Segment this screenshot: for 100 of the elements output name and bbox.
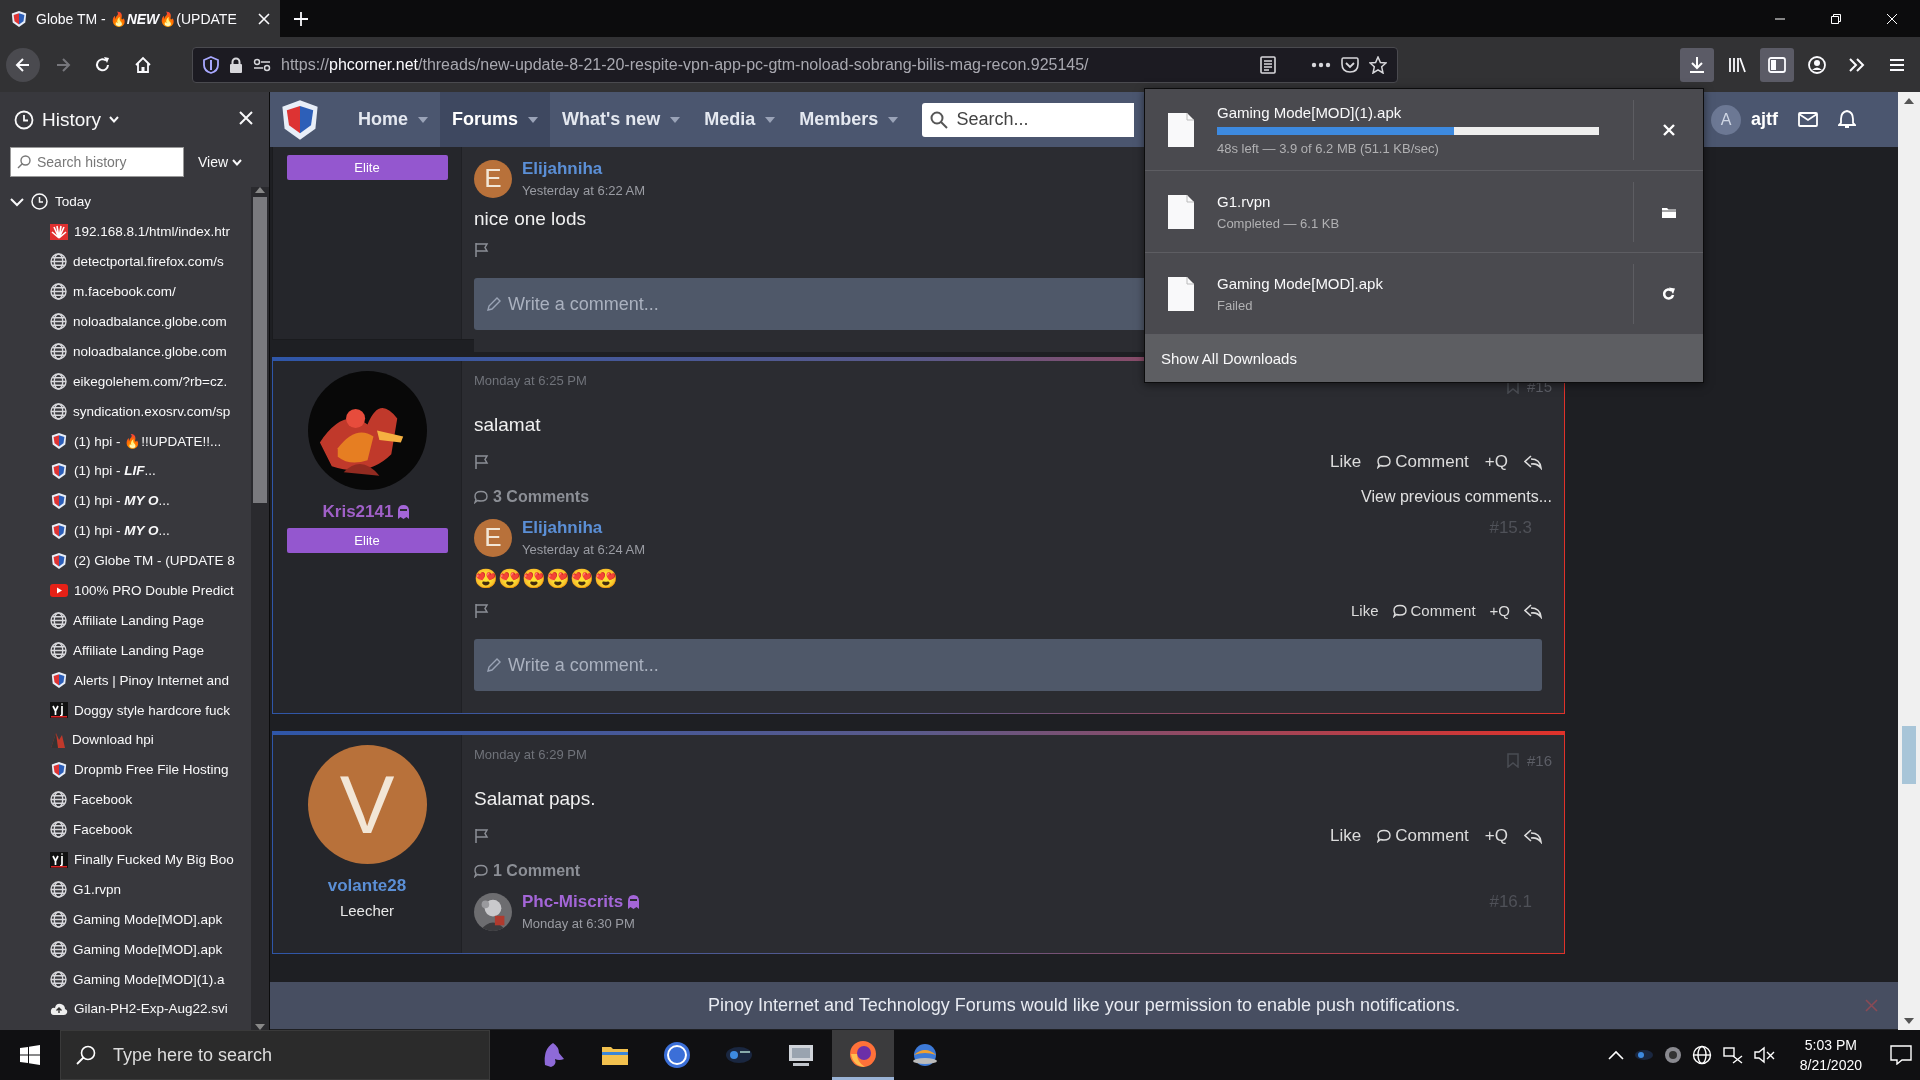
share-icon[interactable]	[1524, 602, 1542, 619]
history-item[interactable]: G1.rvpn	[0, 874, 251, 905]
quote-link[interactable]: +Q	[1484, 826, 1508, 846]
report-flag-icon[interactable]	[474, 242, 490, 258]
file-name: G1.rvpn	[1217, 192, 1272, 210]
bell-icon[interactable]	[1838, 110, 1856, 129]
close-tab-button[interactable]	[258, 12, 270, 25]
comment-count[interactable]: 1 Comment	[474, 862, 581, 880]
comment-date: Monday at 6:30 PM	[522, 916, 635, 931]
username-link[interactable]: Elijahniha	[522, 518, 603, 538]
history-item[interactable]: eikegolehem.com/?rb=cz.	[0, 366, 251, 397]
address-bar[interactable]: https://phcorner.net/threads/new-update-8-21-20-respite-vpn-app-pc-gtm-noload-sobrang-bilis-mag-recon.925145/	[192, 46, 1398, 83]
start-button[interactable]	[20, 1045, 40, 1065]
comment-link[interactable]: Comment	[1377, 452, 1469, 472]
comment-link[interactable]: Comment	[1392, 602, 1476, 619]
nav-tab[interactable]: Forums	[440, 92, 551, 147]
report-flag-icon[interactable]	[474, 828, 490, 844]
download-item[interactable]: Gaming Mode[MOD](1).apk 48s left — 3.9 of 6.2 MB (51.1 KB/sec)	[1145, 89, 1703, 171]
username-link[interactable]: Kris2141	[322, 502, 412, 522]
nav-tab[interactable]: Members	[787, 92, 911, 147]
search-field[interactable]: Search...	[922, 102, 1135, 137]
volume-muted-icon[interactable]	[1753, 1046, 1776, 1064]
chevron-up-icon[interactable]	[1607, 1050, 1624, 1060]
app-tray-icon[interactable]	[1663, 1046, 1682, 1064]
comment-link[interactable]: Comment	[1377, 826, 1469, 846]
username-link[interactable]: volante28	[327, 876, 407, 896]
browser-tab[interactable]: Globe TM - 🔥NEW🔥(UPDATE	[0, 0, 280, 37]
view-menu-button[interactable]: View	[198, 154, 243, 170]
sidebar-title-button[interactable]: History	[42, 108, 120, 131]
new-tab-button[interactable]	[293, 10, 309, 27]
history-item[interactable]: (1) hpi - 🔥!!UPDATE!!...	[0, 426, 251, 456]
history-item[interactable]: (1) hpi - LIF...	[0, 456, 251, 486]
comment-count[interactable]: 3 Comments	[474, 488, 590, 506]
nav-tab[interactable]: What's new	[550, 92, 693, 147]
download-item[interactable]: G1.rvpn Completed — 6.1 KB	[1145, 171, 1703, 253]
caret-icon	[109, 116, 120, 123]
history-item[interactable]: Affiliate Landing Page	[0, 605, 251, 636]
restore-button[interactable]	[1830, 12, 1842, 25]
history-item[interactable]: (2) Globe TM - (UPDATE 8	[0, 545, 251, 576]
clock[interactable]: 5:03 PM 8/21/2020	[1799, 1037, 1862, 1073]
account-name[interactable]: ajtf	[1751, 109, 1778, 130]
history-item[interactable]: (1) hpi - MY O...	[0, 485, 251, 516]
globe-tray-icon[interactable]	[1691, 1045, 1712, 1065]
back-button[interactable]	[6, 47, 40, 82]
history-item[interactable]: Dropmb Free File Hosting	[0, 754, 251, 785]
mail-icon[interactable]	[1798, 112, 1818, 127]
globe-icon	[50, 791, 67, 809]
history-item[interactable]: noloadbalance.globe.com	[0, 306, 251, 337]
history-group[interactable]: Today	[0, 187, 251, 217]
speech-bubble-icon	[1377, 455, 1392, 469]
history-item[interactable]: Gaming Mode[MOD].apk	[0, 904, 251, 935]
network-tray-icon[interactable]	[1721, 1046, 1744, 1064]
search-field[interactable]: Search history	[10, 147, 184, 177]
view-previous-link[interactable]: View previous comments...	[1361, 488, 1552, 506]
notification-icon[interactable]	[1890, 1045, 1912, 1065]
history-item[interactable]: noloadbalance.globe.com	[0, 336, 251, 367]
history-item[interactable]: Gaming Mode[MOD](1).a	[0, 964, 251, 995]
history-item[interactable]: Facebook	[0, 784, 251, 815]
search-field[interactable]: Type here to search	[60, 1030, 490, 1080]
history-item[interactable]: 100% PRO Double Predict	[0, 575, 251, 606]
history-item[interactable]: Download hpi	[0, 725, 251, 755]
history-item[interactable]: Affiliate Landing Page	[0, 635, 251, 666]
username-link[interactable]: Phc-Miscrits	[522, 892, 642, 912]
sidebar-button[interactable]	[1760, 47, 1794, 82]
history-item[interactable]: Doggy style hardcore fuck	[0, 695, 251, 726]
scrollbar[interactable]	[1898, 92, 1920, 1030]
history-item[interactable]: Gaming Mode[MOD].apk	[0, 934, 251, 965]
like-link[interactable]: Like	[1351, 602, 1379, 619]
shield-logo-icon	[50, 760, 68, 779]
share-icon[interactable]	[1524, 454, 1542, 470]
scrollbar-thumb[interactable]	[1902, 726, 1916, 784]
close-button[interactable]	[1886, 12, 1898, 25]
history-item[interactable]: 192.168.8.1/html/index.htr	[0, 216, 251, 247]
quote-link[interactable]: +Q	[1484, 452, 1508, 472]
report-flag-icon[interactable]	[474, 454, 490, 470]
vpn-tray-icon[interactable]	[1633, 1047, 1654, 1063]
history-item[interactable]: Facebook	[0, 814, 251, 845]
globe-icon	[50, 283, 67, 301]
scrollbar[interactable]	[251, 187, 269, 1030]
history-item[interactable]: Finally Fucked My Big Boo	[0, 844, 251, 875]
username-link[interactable]: Elijahniha	[522, 159, 603, 179]
quote-link[interactable]: +Q	[1489, 602, 1510, 619]
comment-field[interactable]: Write a comment...	[474, 639, 1542, 691]
retry-icon	[1660, 285, 1677, 302]
history-item[interactable]: detectportal.firefox.com/s	[0, 246, 251, 277]
report-flag-icon[interactable]	[474, 602, 490, 619]
history-item[interactable]: (1) hpi - MY O...	[0, 515, 251, 546]
history-item[interactable]: syndication.exosrv.com/sp	[0, 396, 251, 427]
scrollbar-thumb[interactable]	[253, 197, 267, 503]
history-item[interactable]: Gilan-PH2-Exp-Aug22.svi	[0, 994, 251, 1024]
home-icon	[133, 54, 153, 75]
show-all-downloads-button[interactable]: Show All Downloads	[1145, 335, 1703, 382]
history-item[interactable]: Alerts | Pinoy Internet and	[0, 665, 251, 696]
nav-tab[interactable]: Home	[346, 92, 440, 147]
like-link[interactable]: Like	[1329, 826, 1362, 846]
nav-tab[interactable]: Media	[692, 92, 788, 147]
share-icon[interactable]	[1524, 828, 1542, 844]
history-item[interactable]: m.facebook.com/	[0, 276, 251, 307]
like-link[interactable]: Like	[1329, 452, 1362, 472]
download-button[interactable]	[1680, 47, 1714, 82]
